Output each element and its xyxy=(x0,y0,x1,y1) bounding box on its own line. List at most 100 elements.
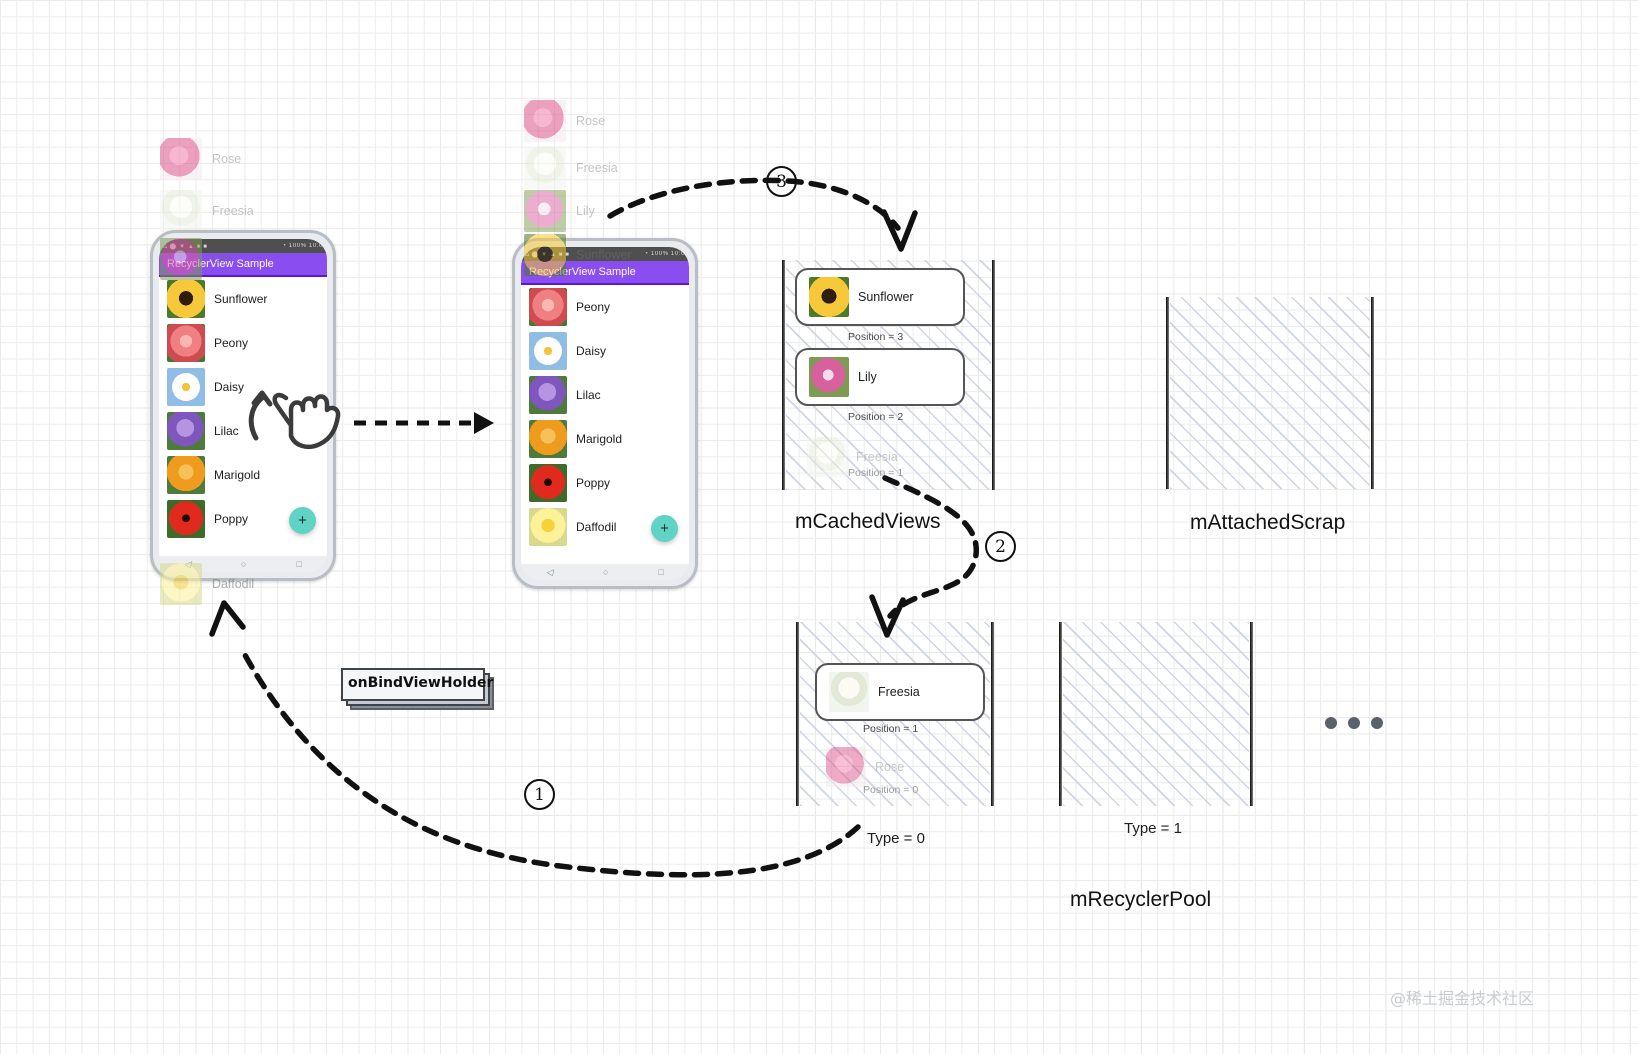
list-item-label: Daisy xyxy=(214,380,245,394)
nav-back-icon[interactable]: ◁ xyxy=(546,567,553,578)
view-holder-label: Freesia xyxy=(878,685,920,699)
list-item-label: Poppy xyxy=(214,512,249,526)
list-item[interactable]: Marigold xyxy=(159,453,327,497)
phone-before-scroll: Δ ⬤ ▼ ▲ ■ ■ ◔ 100% 10:0 RecyclerView Sam… xyxy=(150,230,336,581)
view-holder-position: Position = 2 xyxy=(848,411,904,423)
recycler-pool-label: mRecyclerPool xyxy=(1070,888,1212,911)
flower-thumb-rose-icon xyxy=(524,100,566,142)
flower-thumb-lily-icon xyxy=(809,357,849,397)
flower-thumb-freesia-icon xyxy=(160,190,202,232)
ghost-row-freesia-2: Freesia xyxy=(524,147,618,189)
list-item-label: Sunflower xyxy=(214,292,268,306)
ghost-row-label: Freesia xyxy=(212,204,254,218)
ghost-row-label: Rose xyxy=(576,114,606,128)
flower-thumb-sunflower-icon xyxy=(524,234,566,276)
overlay-row-label: Daffodil xyxy=(212,577,255,591)
flower-thumb-freesia-icon xyxy=(807,437,847,477)
onbindviewholder-note: onBindViewHolder xyxy=(340,668,494,713)
view-holder-position: Position = 0 xyxy=(863,784,919,796)
step-marker-2: 2 xyxy=(985,531,1016,562)
list-item-label: Lilac xyxy=(576,388,601,402)
view-holder-label: Rose xyxy=(875,760,905,774)
flower-thumb-daffodil-icon xyxy=(160,563,202,605)
phone-transition-arrow-head-icon xyxy=(474,412,494,434)
view-holder-freesia[interactable]: Freesia xyxy=(815,663,985,721)
overlay-row-sunflower-2: Sunflower xyxy=(524,234,632,276)
overlay-row-label: Lily xyxy=(212,252,231,266)
note-label: onBindViewHolder xyxy=(348,675,494,691)
ghost-row-lily-2: Lily xyxy=(524,190,595,232)
recycler-pool-type1 xyxy=(1059,622,1253,806)
phone-screen: Δ ⬤ ▼ ▲ ■ ■ ◔ 100% 10:0 RecyclerView Sam… xyxy=(159,239,327,572)
list-item[interactable]: Peony xyxy=(159,321,327,365)
attached-scrap-label: mAttachedScrap xyxy=(1190,511,1346,534)
view-holder-position: Position = 1 xyxy=(863,723,919,735)
cached-views-label: mCachedViews xyxy=(795,510,941,533)
flower-thumb-poppy-icon xyxy=(167,500,205,538)
view-holder-label: Lily xyxy=(858,370,877,384)
step3-arrow-icon xyxy=(607,177,901,231)
nav-recent-icon[interactable]: □ xyxy=(659,567,664,577)
list-item-label: Peony xyxy=(576,300,611,314)
flower-thumb-peony-icon xyxy=(529,288,567,326)
list-item-label: Daffodil xyxy=(576,520,617,534)
flower-thumb-lilac-icon xyxy=(529,376,567,414)
nav-home-icon[interactable]: ○ xyxy=(603,567,608,577)
list-item[interactable]: Sunflower xyxy=(159,277,327,321)
list-item-label: Daisy xyxy=(576,344,607,358)
flower-thumb-daffodil-icon xyxy=(529,508,567,546)
view-holder-sunflower[interactable]: Sunflower xyxy=(795,268,965,326)
flower-thumb-sunflower-icon xyxy=(809,277,849,317)
android-nav-bar: ◁ ○ □ xyxy=(521,564,689,580)
list-item[interactable]: Marigold xyxy=(521,417,689,461)
recycler-list-before[interactable]: Sunflower Peony Daisy Lilac Marigold Pop… xyxy=(159,277,327,556)
list-item[interactable]: Lilac xyxy=(521,373,689,417)
ghost-row-label: Rose xyxy=(212,152,242,166)
list-item-label: Marigold xyxy=(576,432,623,446)
phone-after-scroll: Δ ⬤ ▼ ▲ ■ ■ ◔ 100% 10:0 RecyclerView Sam… xyxy=(512,238,698,589)
list-item-label: Peony xyxy=(214,336,249,350)
view-holder-position: Position = 1 xyxy=(848,467,904,479)
nav-recent-icon[interactable]: □ xyxy=(297,559,302,569)
ghost-row-rose-1: Rose xyxy=(160,138,241,180)
view-holder-position: Position = 3 xyxy=(848,331,904,343)
watermark: @稀土掘金技术社区 xyxy=(1390,989,1535,1008)
flower-thumb-peony-icon xyxy=(167,324,205,362)
flower-thumb-lily-icon xyxy=(524,190,566,232)
step-marker-1: 1 xyxy=(524,779,555,810)
list-item[interactable]: Peony xyxy=(521,285,689,329)
dot xyxy=(1371,717,1383,729)
ghost-row-label: Freesia xyxy=(576,161,618,175)
list-item[interactable]: Daisy xyxy=(521,329,689,373)
add-fab-button[interactable]: + xyxy=(289,507,316,534)
phone-screen: Δ ⬤ ▼ ▲ ■ ■ ◔ 100% 10:0 RecyclerView Sam… xyxy=(521,247,689,580)
list-item[interactable]: Daisy xyxy=(159,365,327,409)
status-bar-right: ◔ 100% 10:0 xyxy=(282,243,323,249)
status-bar-right: ◔ 100% 10:0 xyxy=(644,251,685,257)
step2-arrow-icon xyxy=(882,475,980,619)
flower-thumb-lily-icon xyxy=(160,238,202,280)
flower-thumb-sunflower-icon xyxy=(167,280,205,318)
step1-arrow-head-icon xyxy=(209,600,246,637)
list-item-label: Marigold xyxy=(214,468,261,482)
list-item-label: Lilac xyxy=(214,424,239,438)
view-holder-rose-ghost: Rose xyxy=(826,747,904,787)
view-holder-lily[interactable]: Lily xyxy=(795,348,965,406)
flower-thumb-freesia-icon xyxy=(829,672,869,712)
recycler-list-after[interactable]: Peony Daisy Lilac Marigold Poppy Daffodi… xyxy=(521,285,689,564)
flower-thumb-marigold-icon xyxy=(529,420,567,458)
flower-thumb-lilac-icon xyxy=(167,412,205,450)
list-item[interactable]: Lilac xyxy=(159,409,327,453)
attached-scrap-pool xyxy=(1166,297,1374,489)
add-fab-button[interactable]: + xyxy=(651,515,678,542)
view-holder-label: Freesia xyxy=(856,450,898,464)
overlay-row-daffodil-1: Daffodil xyxy=(160,563,254,605)
step3-arrow-head-icon xyxy=(881,209,918,252)
step1-arrow-icon xyxy=(242,652,861,878)
flower-thumb-freesia-icon xyxy=(524,147,566,189)
flower-thumb-daisy-icon xyxy=(167,368,205,406)
dot xyxy=(1348,717,1360,729)
list-item[interactable]: Poppy xyxy=(521,461,689,505)
ghost-row-label: Lily xyxy=(576,204,595,218)
more-pools-ellipsis-icon xyxy=(1325,717,1383,729)
